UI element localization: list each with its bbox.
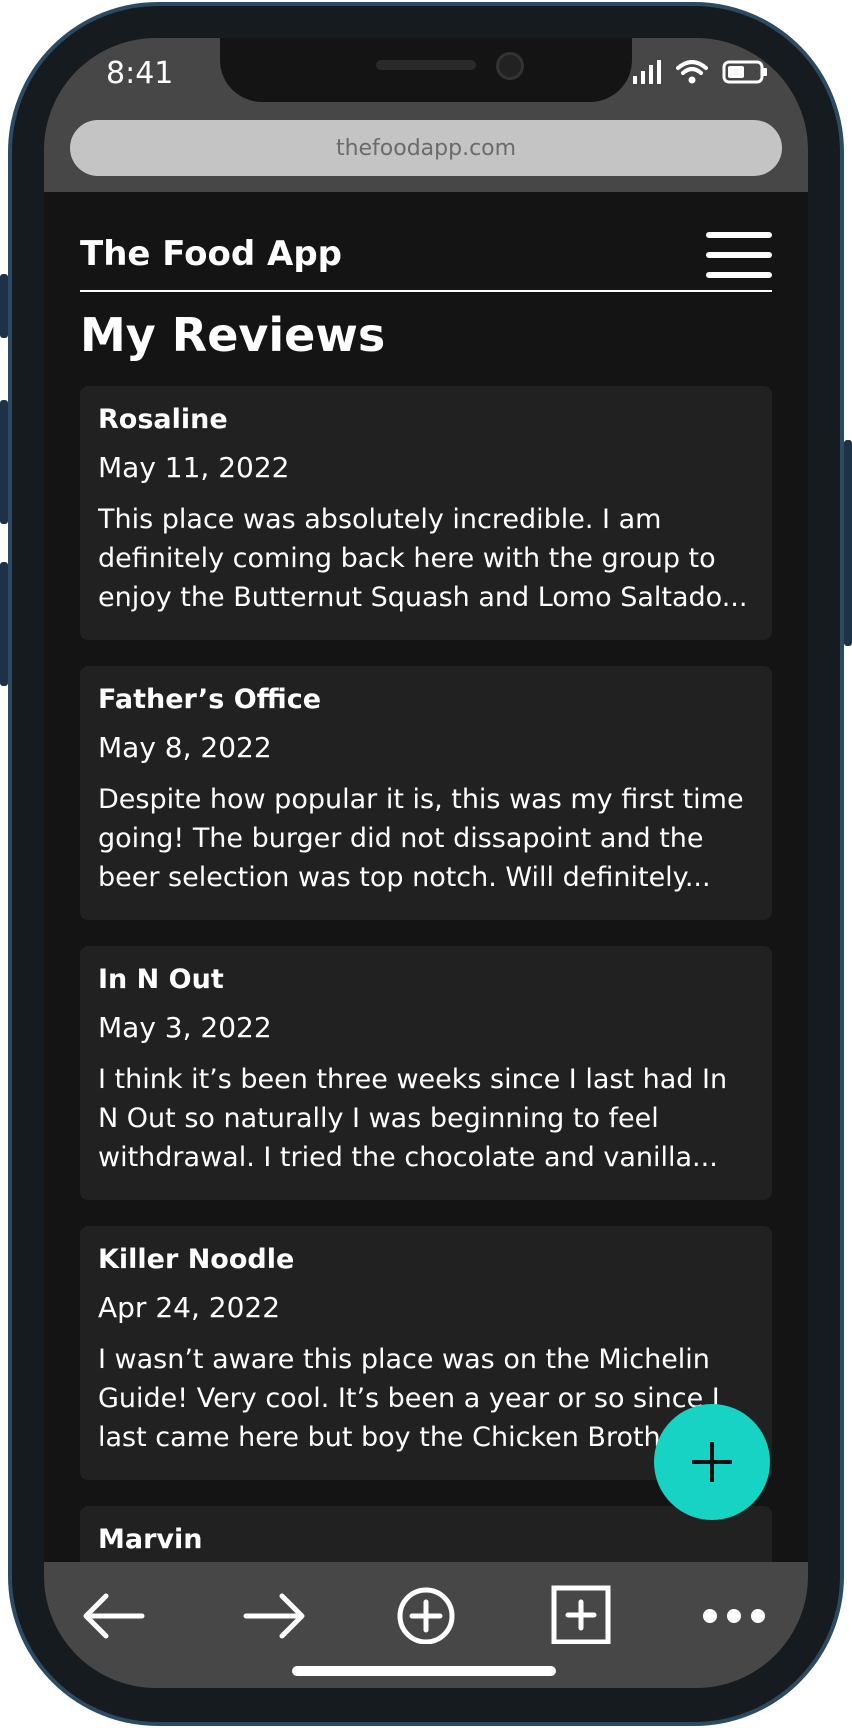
phone-power-button [844,440,852,646]
status-time: 8:41 [106,56,174,91]
review-card[interactable]: In N Out May 3, 2022 I think it’s been t… [80,946,772,1200]
review-card[interactable]: Father’s Office May 8, 2022 Despite how … [80,666,772,920]
home-indicator[interactable] [292,1666,556,1676]
review-date: May 8, 2022 [98,731,272,764]
cellular-signal-icon [633,60,661,84]
review-card[interactable]: Rosaline May 11, 2022 This place was abs… [80,386,772,640]
review-restaurant-name: Rosaline [98,404,228,435]
status-icons [632,60,768,84]
plus-circle-icon [397,1587,455,1645]
phone-side-button [0,274,8,338]
front-camera [496,52,524,80]
new-tab-button[interactable] [386,1574,466,1645]
review-excerpt: I think it’s been three weeks since I la… [98,1064,728,1173]
review-restaurant-name: Killer Noodle [98,1244,295,1275]
review-date: Apr 24, 2022 [98,1291,281,1324]
plus-square-icon [551,1585,611,1645]
review-excerpt: This place was absolutely incredible. I … [98,504,748,613]
tabs-button[interactable] [542,1574,622,1645]
forward-button[interactable] [236,1574,316,1644]
review-restaurant-name: Marvin [98,1524,203,1555]
app-title: The Food App [80,234,343,274]
review-date: May 3, 2022 [98,1011,272,1044]
review-date: May 11, 2022 [98,451,290,484]
arrow-right-icon [243,1593,305,1639]
phone-screen: 8:41 thefoodapp.com The Food App My Revi… [44,38,808,1688]
back-button[interactable] [78,1574,158,1644]
review-excerpt: I wasn’t aware this place was on the Mic… [98,1344,720,1453]
arrow-left-icon [83,1593,145,1639]
phone-volume-up-button [0,400,8,524]
app-header: The Food App [80,226,772,292]
phone-volume-down-button [0,562,8,686]
hamburger-icon[interactable] [706,232,772,284]
add-review-button[interactable] [654,1404,770,1520]
speaker [376,60,476,70]
review-restaurant-name: Father’s Office [98,684,322,715]
battery-icon [722,60,767,84]
review-restaurant-name: In N Out [98,964,224,995]
more-button[interactable] [696,1574,776,1644]
browser-chrome-top: 8:41 thefoodapp.com [44,38,808,192]
notch [220,38,632,102]
url-bar[interactable]: thefoodapp.com [70,120,782,176]
page-title: My Reviews [80,308,386,362]
url-text: thefoodapp.com [335,135,517,161]
more-dots-icon [703,1609,765,1623]
review-excerpt: Despite how popular it is, this was my f… [98,784,744,893]
wifi-icon [676,60,708,84]
